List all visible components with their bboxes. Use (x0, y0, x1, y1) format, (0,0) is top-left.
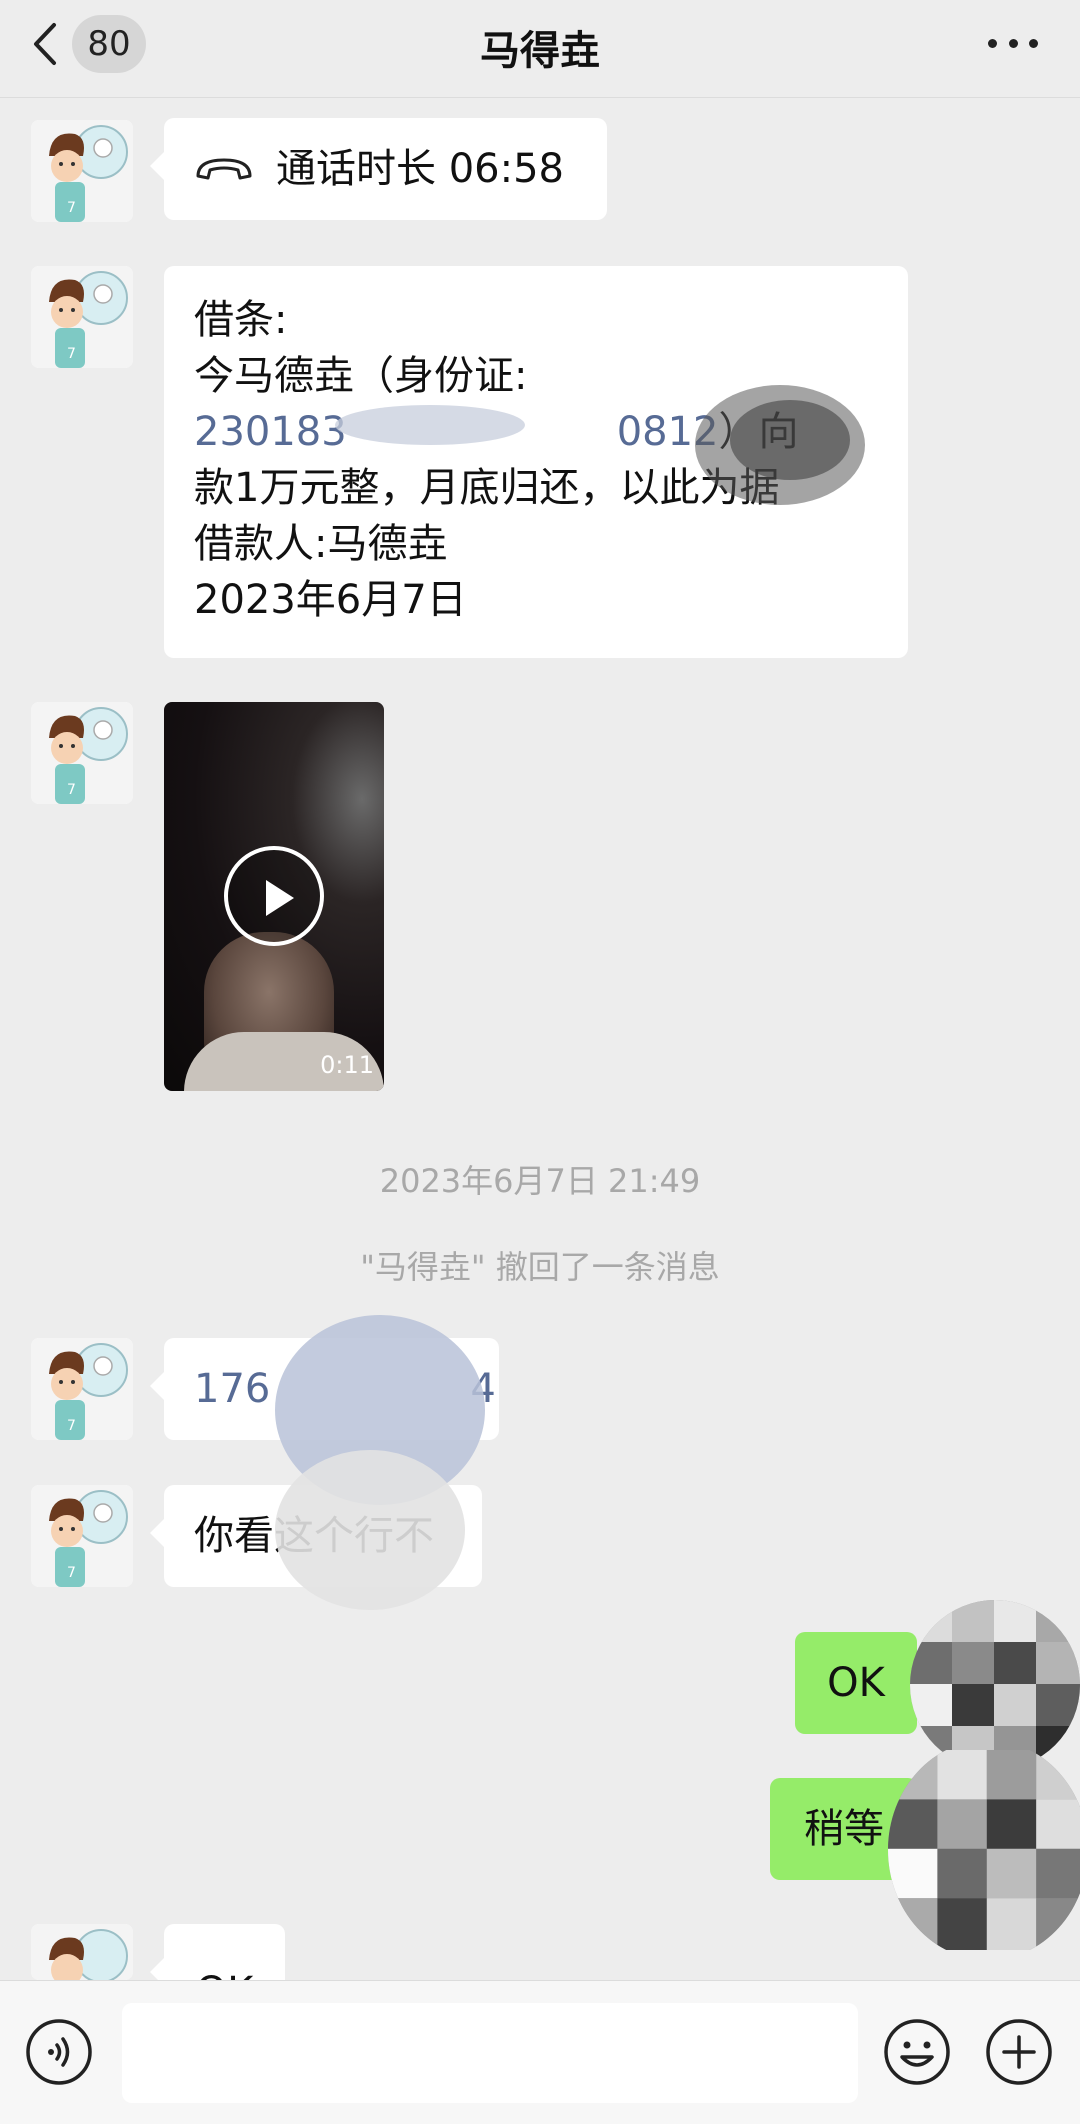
note-line: 2023年6月7日 (194, 577, 467, 623)
svg-text:7: 7 (67, 782, 76, 798)
voice-icon[interactable] (24, 2017, 94, 2087)
note-line: 2301830812）向借 (194, 404, 878, 460)
id-number-end[interactable]: 0812 (617, 409, 719, 455)
contact-avatar[interactable]: 7 (31, 702, 133, 804)
video-message[interactable]: 0:11 (164, 702, 384, 1091)
sent-message-bubble[interactable]: OK (795, 1632, 931, 1734)
avatar-image: 7 (31, 1485, 133, 1587)
message-input[interactable] (122, 2003, 858, 2103)
avatar-image: 7 (31, 120, 133, 222)
iou-note-bubble[interactable]: 借条: 今马德垚（身份证: 2301830812）向借 款1万元整，月底归还，以… (164, 266, 908, 658)
contact-avatar[interactable]: 7 (31, 266, 133, 368)
call-duration-text: 通话时长 06:58 (276, 146, 564, 192)
recall-notice: "马得垚" 撤回了一条消息 (360, 1248, 720, 1286)
contact-avatar[interactable]: 7 (31, 1485, 133, 1587)
text-message-bubble[interactable]: 你看这个行不 (150, 1485, 482, 1587)
video-duration: 0:11 (320, 1051, 374, 1079)
avatar-image: 7 (31, 1338, 133, 1440)
message-text: 你看这个行不 (194, 1513, 434, 1559)
message-timestamp: 2023年6月7日 21:49 (379, 1162, 701, 1200)
play-icon[interactable] (224, 846, 324, 946)
chat-title: 马得垚 (480, 28, 600, 74)
message-text: 稍等 (804, 1806, 884, 1852)
note-line: 借款人:马德垚 (194, 521, 448, 567)
note-line: 今马德垚（身份证: (194, 353, 528, 399)
my-avatar-pixelated[interactable] (888, 1740, 1080, 1960)
phone-number-start[interactable]: 176 (194, 1361, 270, 1417)
svg-text:7: 7 (67, 200, 76, 216)
svg-text:7: 7 (67, 1418, 76, 1434)
avatar-image: 7 (31, 266, 133, 368)
call-record-bubble[interactable]: 通话时长 06:58 (150, 118, 607, 220)
emoji-icon[interactable] (882, 2017, 952, 2087)
more-dots-icon[interactable] (988, 28, 1038, 58)
id-number-start[interactable]: 230183 (194, 409, 347, 455)
phone-number-end[interactable]: 4 (470, 1361, 495, 1417)
input-bar (0, 1980, 1080, 2124)
phone-handset-icon (196, 158, 252, 180)
contact-avatar[interactable]: 7 (31, 120, 133, 222)
plus-icon[interactable] (984, 2017, 1054, 2087)
note-line: 款1万元整，月底归还，以此为据 (194, 465, 780, 511)
contact-avatar[interactable]: 7 (31, 1338, 133, 1440)
contact-avatar[interactable] (31, 1924, 133, 1980)
svg-text:7: 7 (67, 1565, 76, 1581)
note-text: ）向 (718, 409, 799, 455)
phone-number-bubble[interactable]: 176 4 (150, 1338, 499, 1440)
avatar-image (31, 1924, 133, 1980)
avatar-image: 7 (31, 702, 133, 804)
message-text: OK (827, 1660, 885, 1706)
svg-text:7: 7 (67, 346, 76, 362)
note-line: 借条: (194, 297, 288, 343)
chat-header: 80 马得垚 (0, 0, 1080, 98)
